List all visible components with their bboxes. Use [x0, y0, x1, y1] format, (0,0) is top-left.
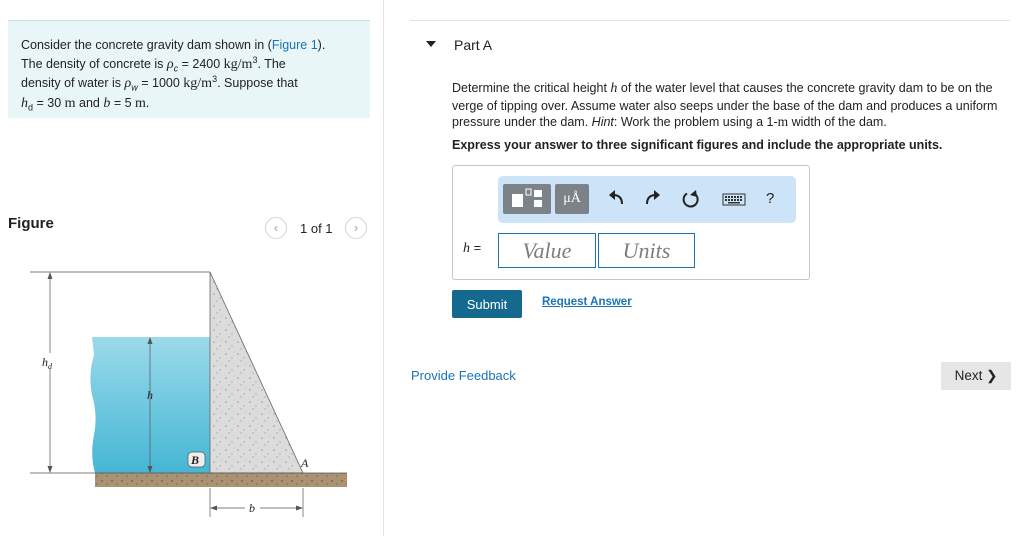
dam-figure: hd h B A b [30, 271, 347, 517]
arrow-up-icon [47, 272, 53, 279]
arrow-left-icon [210, 505, 217, 511]
undo-icon[interactable] [604, 184, 628, 214]
answer-panel: μÅ ? h = [452, 165, 810, 280]
equals-sign: = [470, 240, 482, 255]
arrow-down-icon [47, 466, 53, 473]
problem-text: . [145, 95, 150, 110]
problem-line-3: density of water is ρw = 1000 kg/m3. Sup… [21, 74, 360, 94]
rho-c-symbol: ρ [166, 56, 174, 72]
unit-text: kg/m [183, 76, 213, 91]
figure-prev-button[interactable]: ‹ [265, 217, 287, 239]
part-divider [410, 20, 1010, 21]
units-input[interactable] [598, 233, 695, 268]
submit-button[interactable]: Submit [452, 290, 522, 318]
point-b-label: B [190, 453, 199, 467]
problem-text: Consider the concrete gravity dam shown … [21, 38, 272, 52]
provide-feedback-link[interactable]: Provide Feedback [411, 368, 516, 383]
unit-text: m [777, 114, 789, 129]
question-segment: width of the dam. [788, 115, 887, 129]
figure-next-button[interactable]: › [345, 217, 367, 239]
problem-text: and [75, 95, 104, 110]
caret-down-icon[interactable] [426, 41, 436, 47]
problem-text: = 5 [110, 95, 136, 110]
question-text: Determine the critical height h of the w… [452, 80, 1012, 131]
math-toolbar: μÅ ? [498, 176, 796, 223]
chevron-left-icon: ‹ [273, 220, 279, 235]
figure-link[interactable]: Figure 1 [272, 38, 318, 52]
problem-line-1: Consider the concrete gravity dam shown … [21, 36, 360, 55]
problem-line-4: hd = 30 m and b = 5 m. [21, 94, 360, 114]
question-segment: Determine the critical height [452, 81, 611, 95]
request-answer-link[interactable]: Request Answer [542, 296, 632, 308]
value-input[interactable] [498, 233, 596, 268]
keyboard-icon[interactable] [720, 184, 748, 214]
unit-text: kg/m [223, 56, 253, 72]
figure-heading: Figure [8, 215, 54, 232]
hint-label: Hint [591, 115, 614, 129]
question-segment: : Work the problem using a 1- [613, 115, 778, 129]
concrete-dam [209, 271, 304, 474]
help-button[interactable]: ? [766, 190, 774, 207]
problem-text: . Suppose that [217, 76, 298, 90]
problem-text: = 30 [33, 95, 65, 110]
chevron-right-icon: › [353, 220, 359, 235]
point-a-label: A [300, 456, 309, 470]
units-button[interactable]: μÅ [555, 184, 589, 214]
unit-text: m [135, 95, 146, 111]
column-divider [383, 0, 384, 536]
problem-text: . The [257, 56, 286, 71]
answer-variable-label: h = [463, 240, 481, 257]
problem-text: = 1000 [137, 76, 184, 90]
problem-text: ). [317, 38, 326, 52]
answer-instruction: Express your answer to three significant… [452, 138, 943, 152]
next-button[interactable]: Next ❯ [941, 362, 1011, 390]
part-title[interactable]: Part A [454, 37, 492, 53]
problem-text: The density of concrete is [21, 56, 167, 71]
redo-icon[interactable] [641, 184, 665, 214]
arrow-right-icon [296, 505, 303, 511]
h-symbol: h [463, 241, 470, 256]
problem-statement: Consider the concrete gravity dam shown … [8, 20, 370, 118]
ground [95, 473, 347, 487]
templates-button[interactable] [503, 184, 551, 214]
problem-text: density of water is [21, 76, 125, 90]
reset-icon[interactable] [679, 184, 703, 214]
h-label: h [147, 388, 153, 402]
problem-line-2: The density of concrete is ρc = 2400 kg/… [21, 55, 360, 75]
hd-symbol: h [21, 95, 28, 111]
unit-text: m [64, 95, 76, 111]
figure-pager-text: 1 of 1 [300, 221, 333, 236]
problem-text: = 2400 [178, 56, 224, 71]
b-label: b [249, 501, 255, 515]
template-icon [512, 188, 542, 207]
